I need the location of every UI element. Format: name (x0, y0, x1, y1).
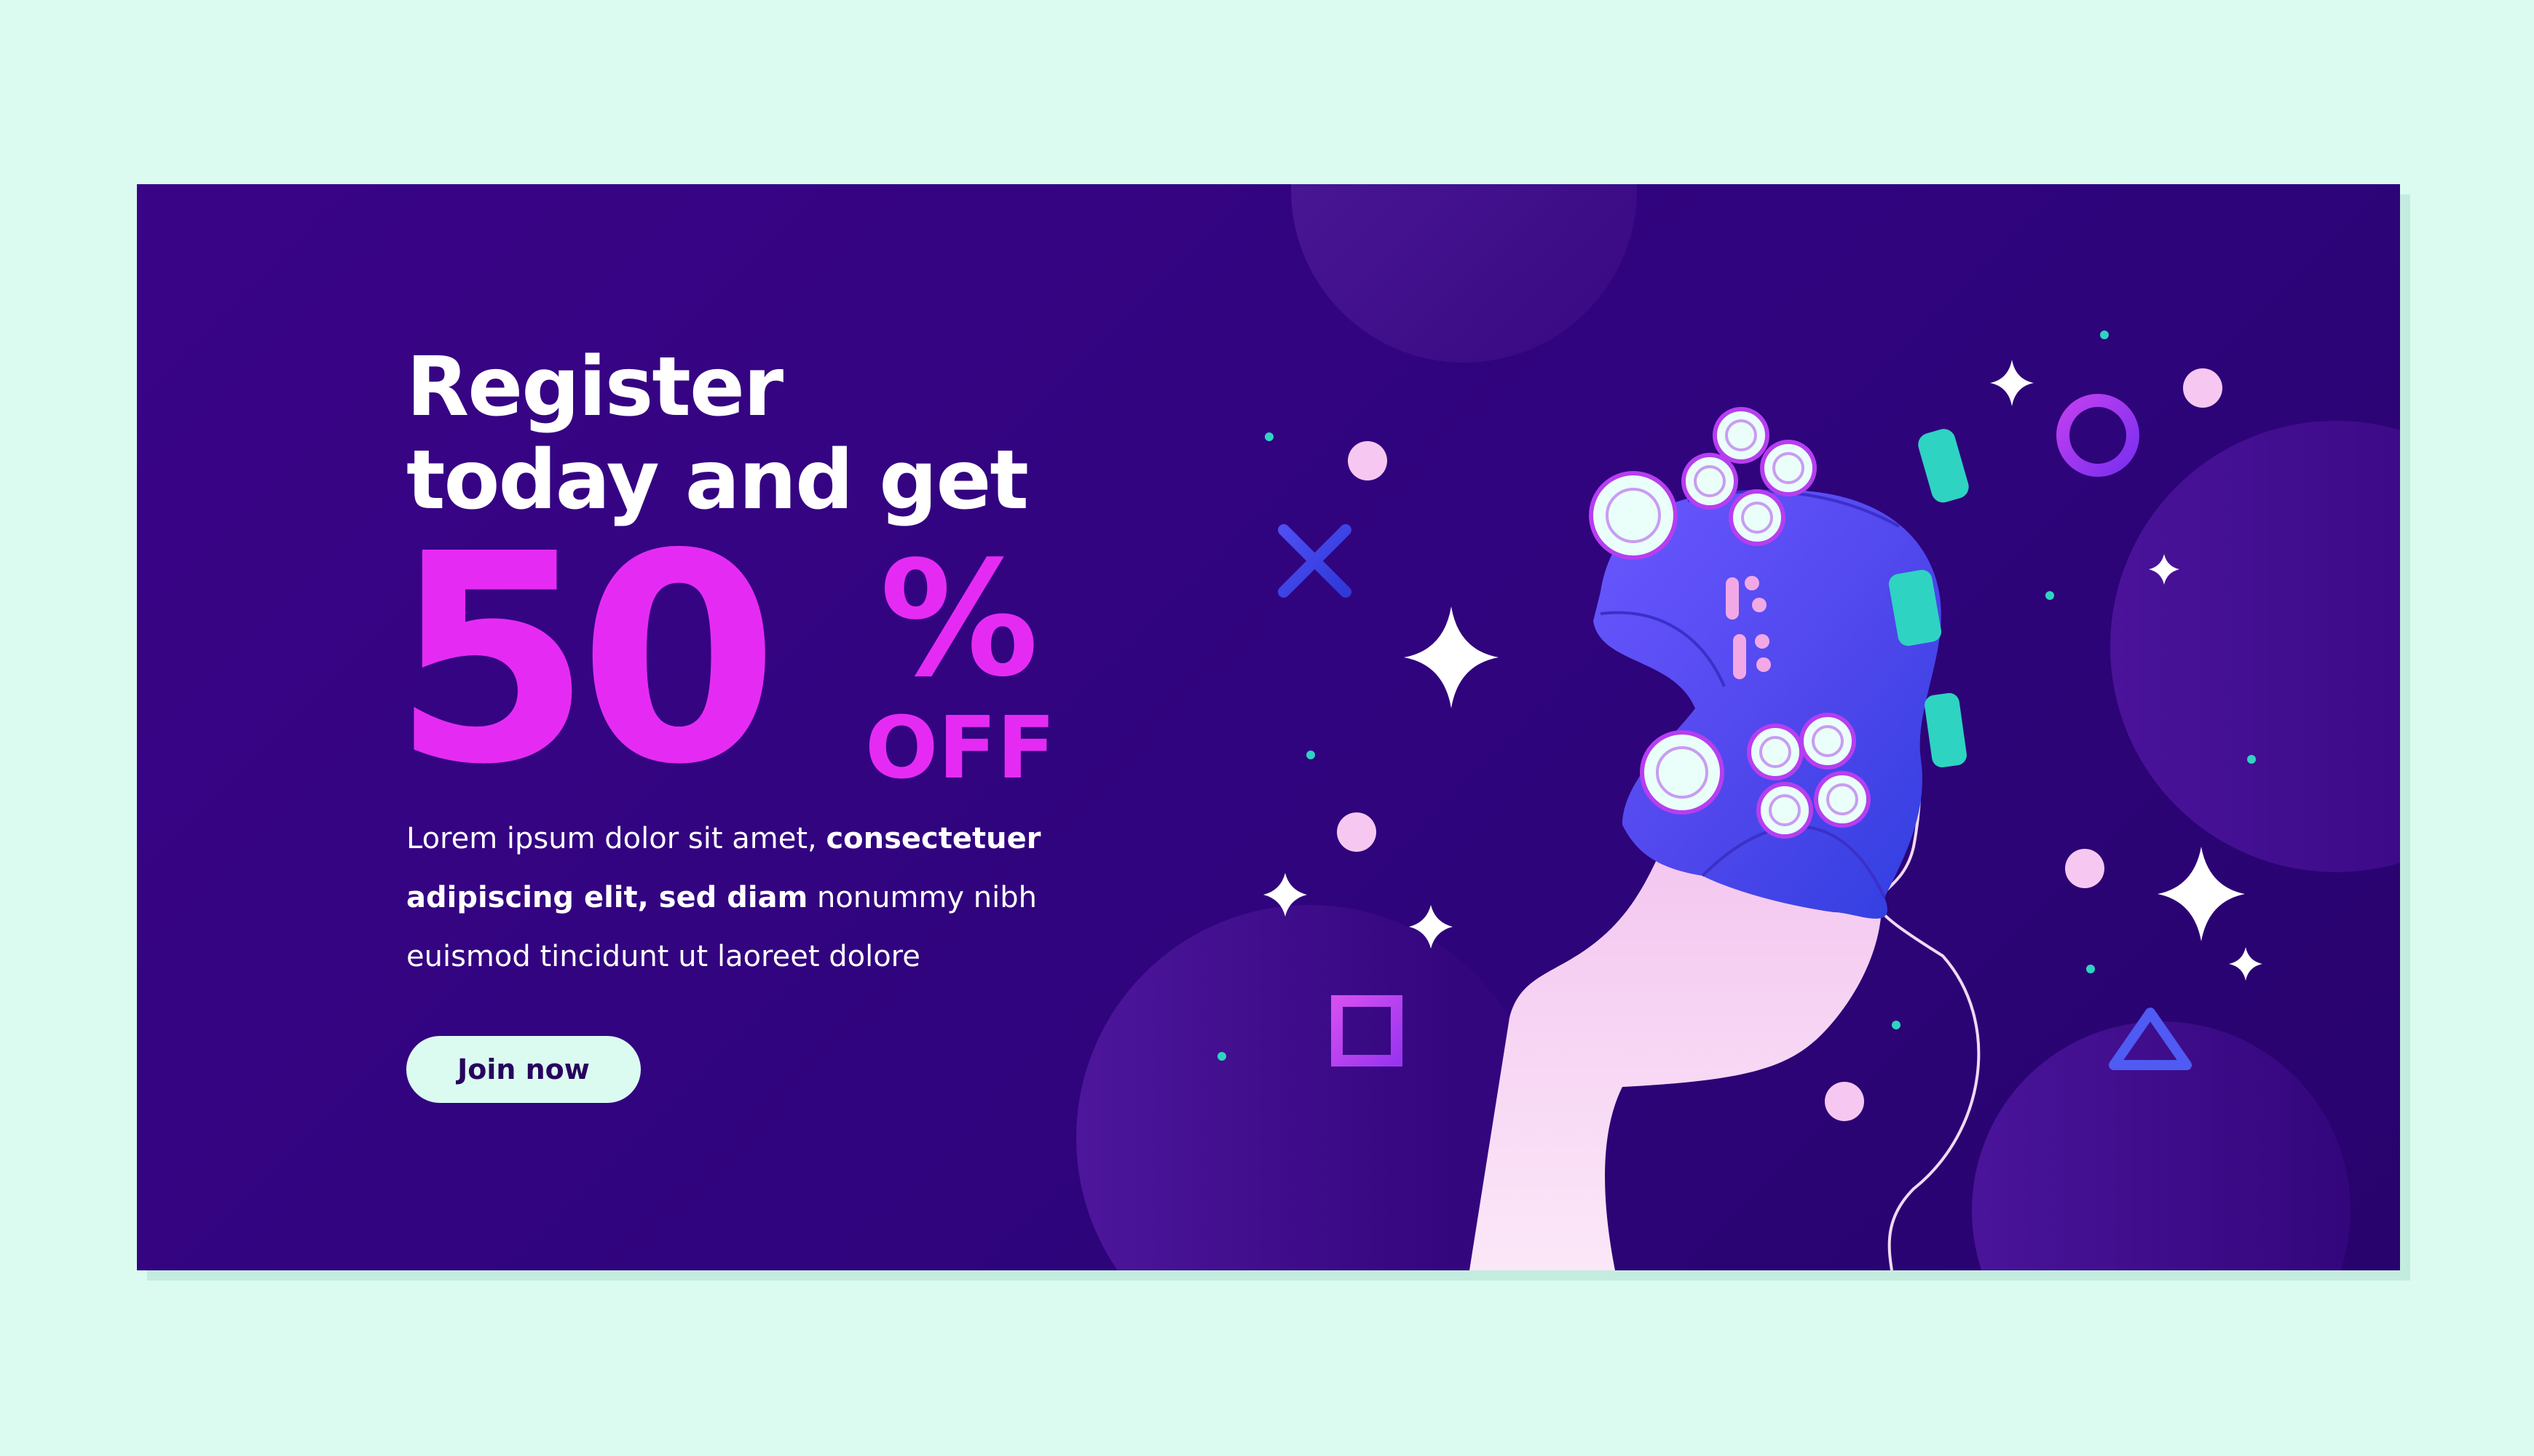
discount-offer: 50 % OFF (392, 507, 1266, 813)
off-label: OFF (865, 697, 1056, 798)
description-text: Lorem ipsum dolor sit amet, consectetuer… (406, 810, 1149, 986)
cross-symbol-icon (1278, 524, 1351, 598)
square-symbol-icon (1331, 995, 1402, 1067)
circle-symbol-icon (2056, 394, 2139, 477)
promo-text-block: Register today and get 50 % OFF Lorem ip… (392, 340, 1266, 1103)
triangle-symbol-icon (2109, 1008, 2192, 1070)
join-now-button[interactable]: Join now (406, 1036, 641, 1103)
headline-line-1: Register (406, 340, 784, 435)
discount-amount: 50 (392, 493, 779, 828)
percent-sign: % (880, 528, 1039, 712)
promo-banner: Register today and get 50 % OFF Lorem ip… (137, 184, 2400, 1270)
